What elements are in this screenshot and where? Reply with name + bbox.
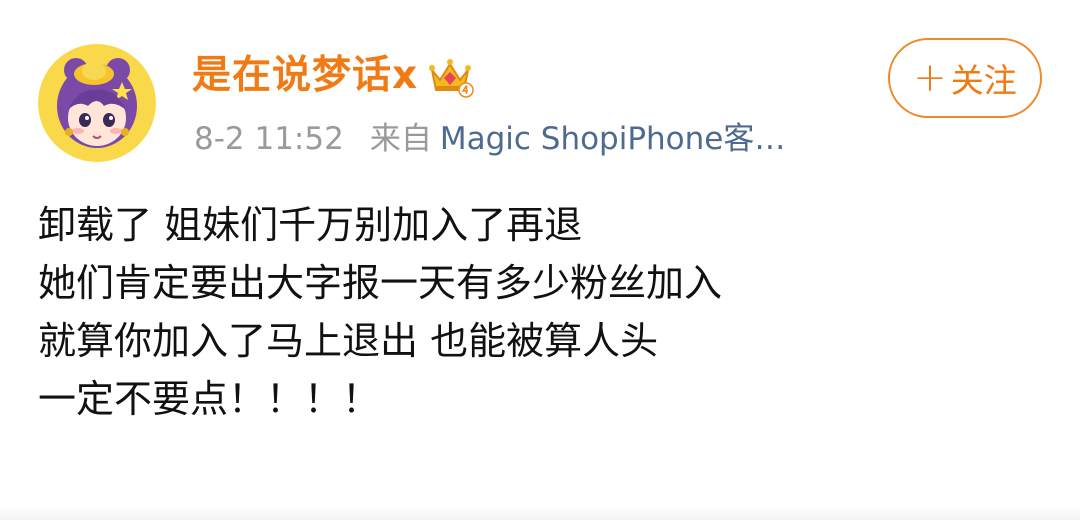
post-content: 卸载了 姐妹们千万别加入了再退 她们肯定要出大字报一天有多少粉丝加入 就算你加入… xyxy=(38,196,1038,428)
follow-button[interactable]: + 关注 xyxy=(888,38,1042,118)
post-content-line: 一定不要点！！！！ xyxy=(38,377,381,421)
avatar-illustration xyxy=(38,44,156,162)
post-time: 8-2 11:52 xyxy=(194,121,344,157)
username[interactable]: 是在说梦话x xyxy=(192,48,418,104)
crown-level-4-icon[interactable] xyxy=(426,52,474,100)
post-meta: 8-2 11:52 来自 Magic ShopiPhone客… xyxy=(194,116,785,162)
post-content-line: 她们肯定要出大字报一天有多少粉丝加入 xyxy=(38,261,723,305)
post-content-line: 就算你加入了马上退出 也能被算人头 xyxy=(38,319,659,363)
user-avatar[interactable] xyxy=(38,44,156,162)
bottom-divider xyxy=(0,506,1080,520)
weibo-post: 是在说梦话x 8-2 11:52 来自 Magic ShopiPhone客… +… xyxy=(0,0,1080,520)
source-prefix: 来自 xyxy=(369,121,432,157)
post-source-link[interactable]: Magic ShopiPhone客… xyxy=(440,116,786,162)
post-content-line: 卸载了 姐妹们千万别加入了再退 xyxy=(38,203,583,247)
follow-label: 关注 xyxy=(950,61,1017,100)
username-row: 是在说梦话x xyxy=(192,48,474,104)
plus-icon: + xyxy=(913,55,947,101)
